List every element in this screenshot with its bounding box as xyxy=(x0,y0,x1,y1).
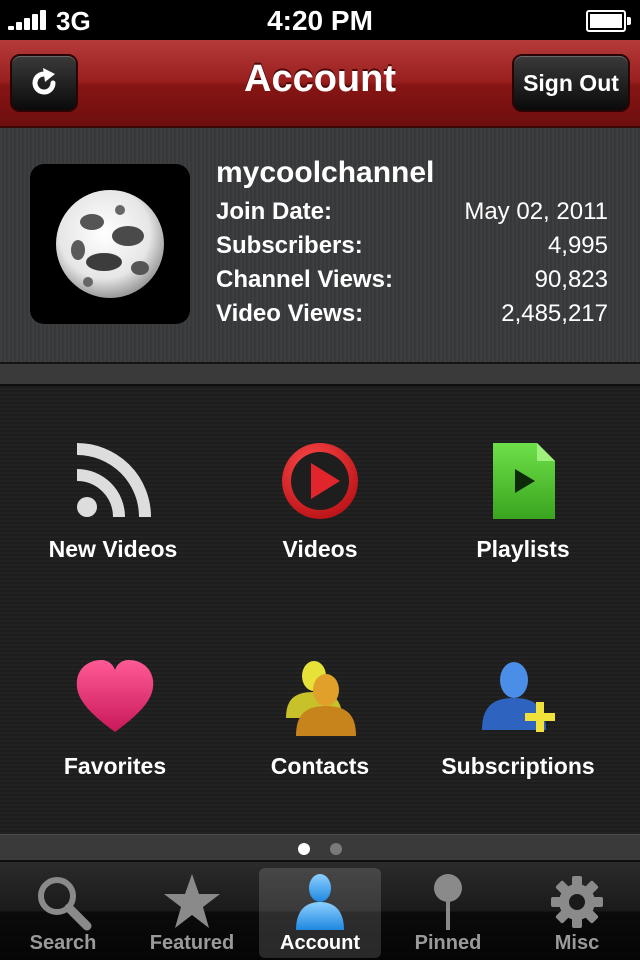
play-icon xyxy=(282,443,358,519)
tab-bar: Search Featured Account Pinned Misc xyxy=(0,862,640,960)
stat-label: Channel Views: xyxy=(216,266,393,293)
contacts-icon xyxy=(286,661,356,736)
section-divider xyxy=(0,364,640,386)
tab-label: Featured xyxy=(149,932,235,954)
stat-label: Join Date: xyxy=(216,198,333,225)
tile-label: Playlists xyxy=(476,536,570,562)
channel-avatar[interactable] xyxy=(30,164,190,324)
search-icon xyxy=(38,877,92,931)
profile-panel: mycoolchannel Join Date: May 02, 2011 Su… xyxy=(0,128,640,364)
tab-label: Misc xyxy=(554,932,600,954)
tab-label: Pinned xyxy=(414,932,482,954)
stat-value: 2,485,217 xyxy=(501,300,608,327)
person-icon xyxy=(296,874,344,930)
tab-label: Account xyxy=(280,932,360,954)
channel-name: mycoolchannel xyxy=(216,156,435,189)
subscriptions-button[interactable]: Subscriptions xyxy=(413,658,623,848)
videos-button[interactable]: Videos xyxy=(215,441,425,631)
channel-views-row: Channel Views: 90,823 xyxy=(216,266,608,300)
stat-label: Subscribers: xyxy=(216,232,363,259)
favorites-button[interactable]: Favorites xyxy=(10,658,220,848)
tile-label: Subscriptions xyxy=(441,753,595,779)
video-views-row: Video Views: 2,485,217 xyxy=(216,300,608,334)
subscribers-row: Subscribers: 4,995 xyxy=(216,232,608,266)
new-videos-button[interactable]: New Videos xyxy=(8,441,218,631)
tile-label: Favorites xyxy=(63,753,167,779)
stat-value: May 02, 2011 xyxy=(464,198,608,225)
stat-label: Video Views: xyxy=(216,300,364,327)
tab-misc[interactable]: Misc xyxy=(516,868,638,958)
tile-label: Contacts xyxy=(270,753,370,779)
tab-label: Search xyxy=(29,932,97,954)
tab-account[interactable]: Account xyxy=(259,868,381,958)
moon-icon xyxy=(56,190,164,298)
tile-label: New Videos xyxy=(48,536,178,562)
status-bar: 3G 4:20 PM xyxy=(0,0,640,40)
star-icon xyxy=(164,874,220,928)
contacts-button[interactable]: Contacts xyxy=(215,658,425,848)
gear-icon xyxy=(551,876,603,928)
pin-icon xyxy=(434,874,462,930)
stat-value: 4,995 xyxy=(547,232,608,259)
join-date-row: Join Date: May 02, 2011 xyxy=(216,198,608,232)
rss-icon xyxy=(76,443,151,518)
page-indicator[interactable] xyxy=(0,834,640,862)
navigation-bar: Account Sign Out xyxy=(0,40,640,128)
stat-value: 90,823 xyxy=(534,266,608,293)
page-dot-active[interactable] xyxy=(298,843,310,855)
sign-out-button[interactable]: Sign Out xyxy=(512,54,630,112)
tab-pinned[interactable]: Pinned xyxy=(387,868,509,958)
add-user-icon xyxy=(482,662,555,732)
playlists-button[interactable]: Playlists xyxy=(418,441,628,631)
menu-grid: New Videos Videos Playlists Favorites Co… xyxy=(0,386,640,834)
heart-icon xyxy=(76,660,154,732)
tab-featured[interactable]: Featured xyxy=(131,868,253,958)
clock: 4:20 PM xyxy=(267,5,373,36)
page-dot[interactable] xyxy=(330,843,342,855)
tab-search[interactable]: Search xyxy=(2,868,124,958)
tile-label: Videos xyxy=(282,536,358,562)
playlist-icon xyxy=(493,443,555,519)
battery-icon xyxy=(586,10,631,32)
